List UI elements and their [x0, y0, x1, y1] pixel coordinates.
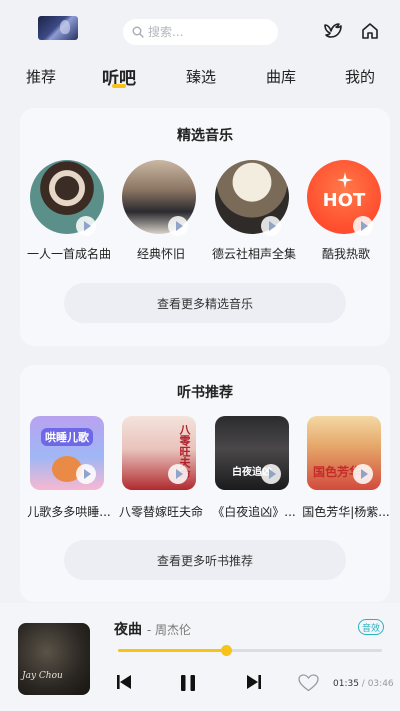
sparkle-icon — [337, 172, 353, 188]
previous-icon[interactable] — [115, 673, 133, 691]
mini-player: Jay Chou 夜曲 - 周杰伦 音效 01:35 / 03:46 — [0, 603, 400, 711]
more-music-button[interactable]: 查看更多精选音乐 — [64, 283, 346, 323]
progress-knob[interactable] — [221, 645, 233, 656]
item-label: 八零替嫁旺夫命 — [118, 505, 203, 519]
cover-caption: Jay Chou — [22, 671, 63, 681]
item-label: 经典怀旧 — [136, 247, 185, 261]
tab-select[interactable]: 臻选 — [186, 66, 216, 87]
pause-icon[interactable] — [178, 673, 198, 693]
play-icon[interactable] — [353, 216, 373, 236]
home-icon[interactable] — [359, 20, 381, 42]
item-label: 儿歌多多哄睡... — [27, 505, 111, 519]
item-label: 酷我热歌 — [321, 247, 370, 261]
play-icon[interactable] — [353, 464, 373, 484]
audiobook-card: 听书推荐 哄睡儿歌 儿歌多多哄睡... 八零旺夫命 八零替嫁旺夫命 白夜追凶 《… — [20, 365, 390, 602]
total-time: 03:46 — [367, 679, 394, 689]
section-title: 精选音乐 — [177, 128, 233, 144]
heart-icon[interactable] — [298, 674, 319, 692]
top-header — [0, 0, 400, 60]
sound-effect-button[interactable]: 音效 — [358, 619, 384, 635]
tab-mine[interactable]: 我的 — [345, 66, 375, 87]
next-icon[interactable] — [245, 673, 263, 691]
time-display: 01:35 / 03:46 — [333, 679, 394, 689]
progress-bar[interactable] — [118, 645, 382, 656]
song-title: 夜曲 — [114, 622, 142, 638]
item-label: 德云社相声全集 — [211, 247, 296, 261]
avatar[interactable] — [38, 16, 78, 40]
time-separator: / — [358, 679, 368, 689]
play-icon[interactable] — [261, 216, 281, 236]
play-icon[interactable] — [261, 464, 281, 484]
featured-music-card: 精选音乐 一人一首成名曲 经典怀旧 德云社相声全集 HOT 酷我热歌 查看更多精… — [20, 108, 390, 346]
now-playing[interactable]: 夜曲 - 周杰伦 — [114, 619, 191, 639]
hot-badge-text: HOT — [322, 189, 366, 211]
bird-icon[interactable] — [322, 20, 344, 42]
cover-text: 哄睡儿歌 — [41, 428, 93, 446]
item-label: 《白夜追凶》... — [212, 505, 296, 519]
tab-library[interactable]: 曲库 — [266, 66, 296, 87]
progress-fill — [118, 649, 227, 652]
search-bar[interactable] — [123, 19, 278, 45]
section-title: 听书推荐 — [177, 385, 233, 401]
item-label: 国色芳华|杨紫... — [302, 505, 390, 519]
play-icon[interactable] — [168, 464, 188, 484]
item-label: 一人一首成名曲 — [26, 247, 111, 261]
search-input[interactable] — [148, 25, 268, 39]
more-books-button[interactable]: 查看更多听书推荐 — [64, 540, 346, 580]
artist-name: - 周杰伦 — [146, 623, 192, 637]
play-icon[interactable] — [76, 216, 96, 236]
play-icon[interactable] — [76, 464, 96, 484]
album-cover[interactable]: Jay Chou — [18, 623, 90, 695]
category-tabs: 推荐 听吧 臻选 曲库 我的 — [0, 60, 400, 98]
play-icon[interactable] — [168, 216, 188, 236]
active-tab-indicator — [112, 84, 126, 88]
search-icon — [132, 26, 144, 38]
current-time: 01:35 — [333, 679, 359, 689]
tab-recommend[interactable]: 推荐 — [26, 66, 56, 87]
